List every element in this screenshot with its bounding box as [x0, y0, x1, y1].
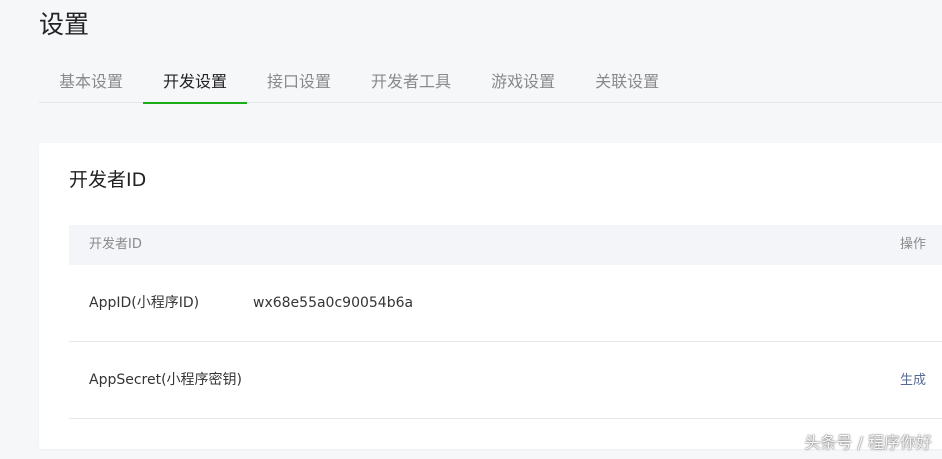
table-row-appsecret: AppSecret(小程序密钥) 生成	[69, 342, 942, 419]
tab-basic-settings[interactable]: 基本设置	[39, 60, 143, 103]
tab-game-settings[interactable]: 游戏设置	[471, 60, 575, 103]
appsecret-label: AppSecret(小程序密钥)	[89, 372, 243, 388]
tab-development-settings[interactable]: 开发设置	[143, 60, 248, 104]
watermark: 头条号 / 程序你好	[804, 433, 932, 452]
table-row-appid: AppID(小程序ID) wx68e55a0c90054b6a	[69, 265, 942, 342]
column-header-action: 操作	[899, 237, 926, 252]
settings-page: 设置 基本设置 开发设置 接口设置 开发者工具 游戏设置 关联设置 开发者ID …	[0, 0, 942, 459]
tab-developer-tools[interactable]: 开发者工具	[351, 60, 471, 103]
column-header-developer-id: 开发者ID	[89, 237, 142, 252]
generate-secret-link[interactable]: 生成	[900, 342, 926, 419]
appid-label: AppID(小程序ID)	[89, 295, 200, 311]
tab-interface-settings[interactable]: 接口设置	[247, 60, 351, 103]
developer-id-card: 开发者ID 开发者ID 操作 AppID(小程序ID) wx68e55a0c90…	[39, 143, 942, 449]
table-header: 开发者ID 操作	[69, 225, 942, 265]
tab-association-settings[interactable]: 关联设置	[575, 60, 679, 103]
developer-id-table: 开发者ID 操作 AppID(小程序ID) wx68e55a0c90054b6a…	[69, 225, 942, 419]
settings-tabs: 基本设置 开发设置 接口设置 开发者工具 游戏设置 关联设置	[39, 60, 942, 104]
appid-value: wx68e55a0c90054b6a	[253, 295, 414, 311]
page-title: 设置	[39, 10, 90, 39]
card-title: 开发者ID	[69, 169, 147, 191]
